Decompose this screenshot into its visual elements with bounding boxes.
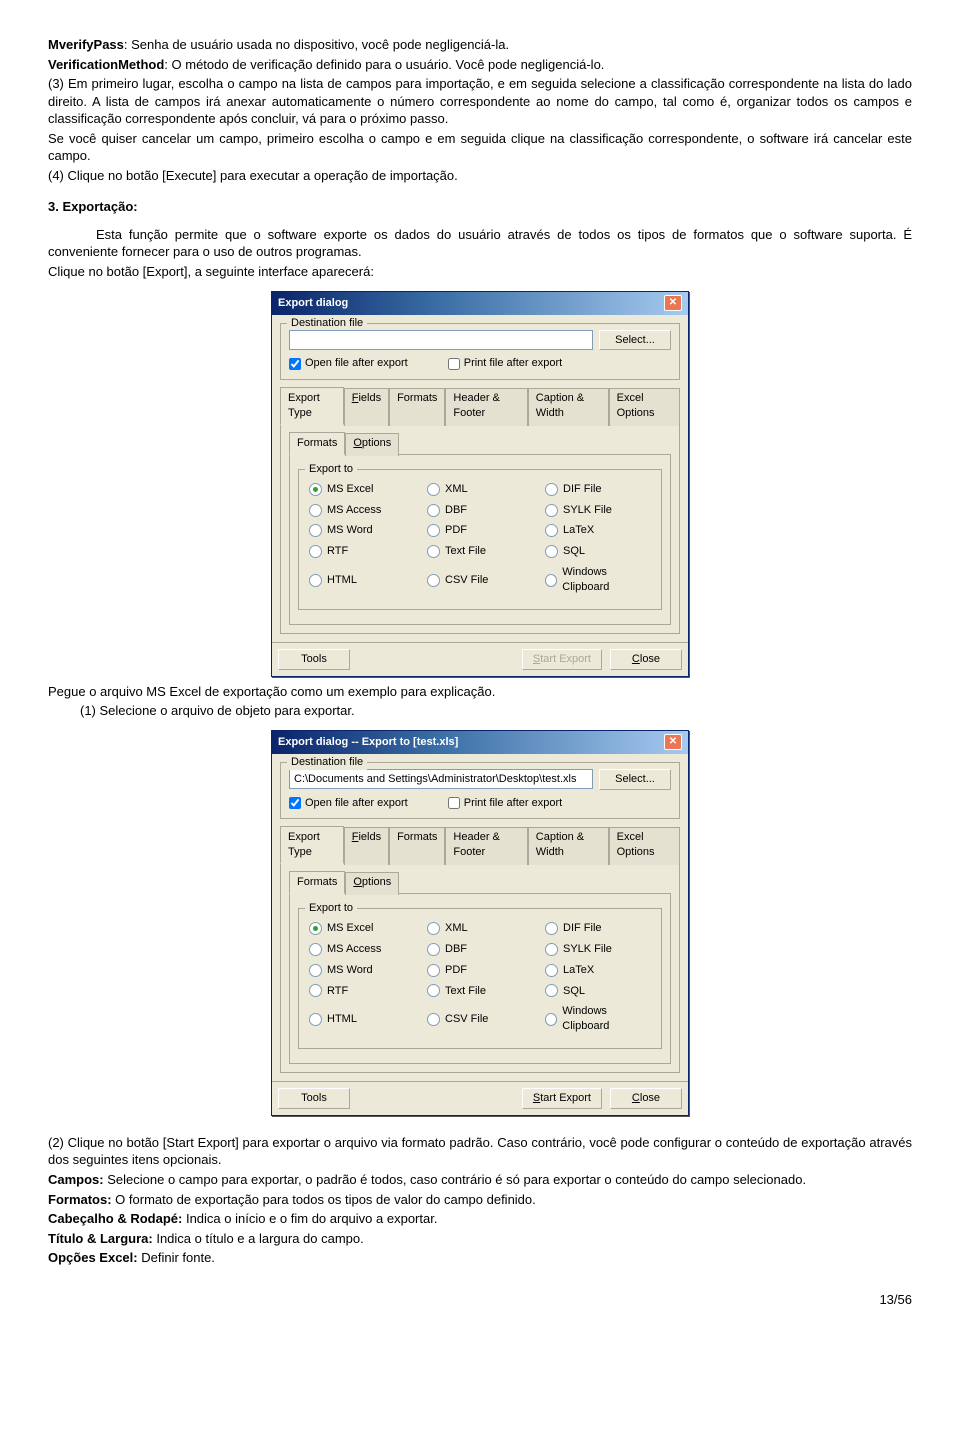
para-step1-export: (1) Selecione o arquivo de objeto para e…	[48, 702, 912, 720]
radio-dif-file[interactable]: DIF File	[545, 482, 651, 497]
select-button[interactable]: Select...	[599, 769, 671, 790]
para-export-click: Clique no botão [Export], a seguinte int…	[48, 263, 912, 281]
export-to-group: Export to MS ExcelXMLDIF FileMS AccessDB…	[298, 908, 662, 1049]
radio-rtf[interactable]: RTF	[309, 984, 415, 999]
para-step4: (4) Clique no botão [Execute] para execu…	[48, 167, 912, 185]
tab-fields[interactable]: Fields	[344, 827, 389, 865]
dialog-title-text: Export dialog -- Export to [test.xls]	[278, 735, 458, 750]
tools-button[interactable]: Tools	[278, 1088, 350, 1109]
select-button[interactable]: Select...	[599, 330, 671, 351]
destination-label: Destination file	[287, 755, 367, 770]
radio-latex[interactable]: LaTeX	[545, 963, 651, 978]
tab-export-type[interactable]: Export Type	[280, 826, 344, 864]
radio-dif-file[interactable]: DIF File	[545, 921, 651, 936]
radio-text-file[interactable]: Text File	[427, 984, 533, 999]
tab-excel-options[interactable]: Excel Options	[609, 827, 680, 865]
close-icon[interactable]: ✕	[664, 734, 682, 750]
section-3-title: 3. Exportação:	[48, 198, 912, 216]
tab-header-footer[interactable]: Header & Footer	[445, 388, 527, 426]
radio-xml[interactable]: XML	[427, 482, 533, 497]
print-after-checkbox[interactable]: Print file after export	[448, 356, 562, 371]
radio-ms-word[interactable]: MS Word	[309, 963, 415, 978]
radio-csv-file[interactable]: CSV File	[427, 1004, 533, 1034]
para-campos: Campos: Selecione o campo para exportar,…	[48, 1171, 912, 1189]
para-cancel-field: Se você quiser cancelar um campo, primei…	[48, 130, 912, 165]
radio-ms-access[interactable]: MS Access	[309, 503, 415, 518]
radio-dbf[interactable]: DBF	[427, 942, 533, 957]
start-export-button[interactable]: Start Export	[522, 1088, 602, 1109]
radio-rtf[interactable]: RTF	[309, 544, 415, 559]
radio-sql[interactable]: SQL	[545, 544, 651, 559]
para-export-desc: Esta função permite que o software expor…	[48, 226, 912, 261]
radio-windows-clipboard[interactable]: Windows Clipboard	[545, 565, 651, 595]
para-example: Pegue o arquivo MS Excel de exportação c…	[48, 683, 912, 701]
para-step2-export: (2) Clique no botão [Start Export] para …	[48, 1134, 912, 1169]
radio-latex[interactable]: LaTeX	[545, 523, 651, 538]
radio-html[interactable]: HTML	[309, 565, 415, 595]
destination-group: Destination file C:\Documents and Settin…	[280, 762, 680, 820]
radio-csv-file[interactable]: CSV File	[427, 565, 533, 595]
para-mverifypass: MverifyPassMverifyPass: Senha de usuário…	[48, 36, 912, 54]
dialog-titlebar: Export dialog -- Export to [test.xls] ✕	[272, 731, 688, 754]
export-to-group: Export to MS ExcelXMLDIF FileMS AccessDB…	[298, 469, 662, 610]
export-dialog-1: Export dialog ✕ Destination file Select.…	[271, 291, 689, 677]
outer-tabs: Export Type Fields Formats Header & Foot…	[280, 825, 680, 864]
radio-html[interactable]: HTML	[309, 1004, 415, 1034]
tab-inner-options[interactable]: Options	[345, 433, 399, 456]
tab-export-type[interactable]: Export Type	[280, 387, 344, 425]
tools-button[interactable]: Tools	[278, 649, 350, 670]
destination-group: Destination file Select... Open file aft…	[280, 323, 680, 381]
tab-inner-formats[interactable]: Formats	[289, 432, 345, 455]
start-export-button[interactable]: Start Export	[522, 649, 602, 670]
radio-dbf[interactable]: DBF	[427, 503, 533, 518]
radio-sylk-file[interactable]: SYLK File	[545, 942, 651, 957]
radio-sylk-file[interactable]: SYLK File	[545, 503, 651, 518]
para-titulo: Título & Largura: Indica o título e a la…	[48, 1230, 912, 1248]
radio-xml[interactable]: XML	[427, 921, 533, 936]
destination-input[interactable]	[289, 330, 593, 350]
radio-text-file[interactable]: Text File	[427, 544, 533, 559]
radio-sql[interactable]: SQL	[545, 984, 651, 999]
tab-formats[interactable]: Formats	[389, 827, 445, 865]
tab-caption-width[interactable]: Caption & Width	[528, 388, 609, 426]
tab-header-footer[interactable]: Header & Footer	[445, 827, 527, 865]
close-button[interactable]: Close	[610, 649, 682, 670]
tab-inner-formats[interactable]: Formats	[289, 871, 345, 894]
radio-pdf[interactable]: PDF	[427, 963, 533, 978]
close-button[interactable]: Close	[610, 1088, 682, 1109]
para-formatos: Formatos: O formato de exportação para t…	[48, 1191, 912, 1209]
radio-pdf[interactable]: PDF	[427, 523, 533, 538]
para-cabecalho: Cabeçalho & Rodapé: Indica o início e o …	[48, 1210, 912, 1228]
radio-ms-word[interactable]: MS Word	[309, 523, 415, 538]
print-after-checkbox[interactable]: Print file after export	[448, 796, 562, 811]
open-after-checkbox[interactable]: Open file after export	[289, 796, 408, 811]
tab-inner-options[interactable]: Options	[345, 872, 399, 895]
close-icon[interactable]: ✕	[664, 295, 682, 311]
para-step3: (3) Em primeiro lugar, escolha o campo n…	[48, 75, 912, 128]
dialog-title-text: Export dialog	[278, 296, 348, 311]
radio-ms-excel[interactable]: MS Excel	[309, 482, 415, 497]
destination-input[interactable]: C:\Documents and Settings\Administrator\…	[289, 769, 593, 789]
tab-formats[interactable]: Formats	[389, 388, 445, 426]
outer-tabs: Export Type Fields Formats Header & Foot…	[280, 386, 680, 425]
dialog-titlebar: Export dialog ✕	[272, 292, 688, 315]
tab-caption-width[interactable]: Caption & Width	[528, 827, 609, 865]
radio-ms-access[interactable]: MS Access	[309, 942, 415, 957]
para-verificationmethod: VerificationMethod: O método de verifica…	[48, 56, 912, 74]
destination-label: Destination file	[287, 316, 367, 331]
para-opcoes-excel: Opções Excel: Definir fonte.	[48, 1249, 912, 1267]
tab-fields[interactable]: Fields	[344, 388, 389, 426]
radio-windows-clipboard[interactable]: Windows Clipboard	[545, 1004, 651, 1034]
radio-ms-excel[interactable]: MS Excel	[309, 921, 415, 936]
open-after-checkbox[interactable]: Open file after export	[289, 356, 408, 371]
export-dialog-2: Export dialog -- Export to [test.xls] ✕ …	[271, 730, 689, 1116]
tab-excel-options[interactable]: Excel Options	[609, 388, 680, 426]
page-number: 13/56	[48, 1291, 912, 1309]
